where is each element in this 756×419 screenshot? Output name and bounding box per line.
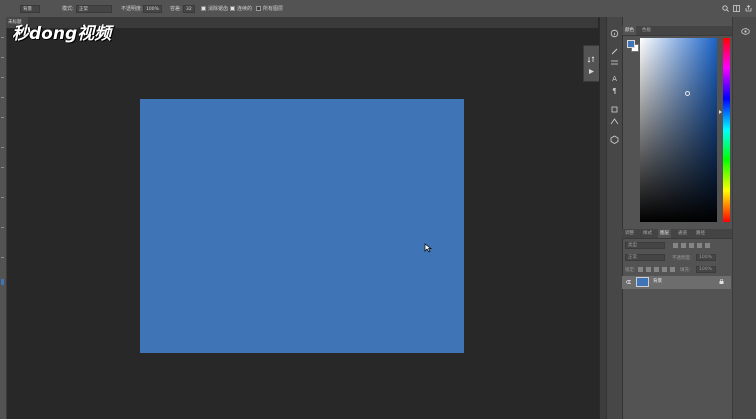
fill-label: 填充: <box>680 268 691 273</box>
opacity-label: 不透明度: <box>121 6 143 12</box>
antialias-label: 消除锯齿 <box>208 6 229 12</box>
tool-preset-picker[interactable]: 背景 <box>20 5 40 13</box>
filter-shape-icon[interactable] <box>697 243 702 248</box>
text-icon[interactable]: A <box>609 75 620 84</box>
adjust-icon[interactable] <box>609 58 620 67</box>
hue-slider[interactable] <box>723 38 730 222</box>
layers-panel-tabs: 调整 样式 图层 通道 路径 <box>622 229 748 239</box>
layer-opacity-label: 不透明度: <box>672 256 692 261</box>
tool-slot[interactable] <box>1 37 4 38</box>
search-icon[interactable] <box>722 5 729 12</box>
layer-name[interactable]: 背景 <box>653 278 662 284</box>
tool-slot[interactable] <box>1 77 4 78</box>
tools-panel[interactable] <box>0 17 7 419</box>
tolerance-input[interactable]: 32 <box>183 5 195 13</box>
color-panel-tabs: 颜色 色板 <box>622 26 748 36</box>
tab-adjustments[interactable]: 调整 <box>623 229 636 238</box>
panel-options-icon[interactable] <box>741 28 750 35</box>
foreground-color-swatch[interactable] <box>627 40 635 48</box>
tool-slot[interactable] <box>1 147 4 148</box>
mode-select[interactable]: 正常 <box>76 5 112 13</box>
tab-swatches[interactable]: 色板 <box>640 26 653 35</box>
lock-transparent-icon[interactable] <box>638 267 643 272</box>
tolerance-label: 容差: <box>170 6 182 12</box>
tool-slot[interactable] <box>1 97 4 98</box>
tab-layers[interactable]: 图层 <box>658 229 671 238</box>
watermark-logo: 秒dong视频 <box>12 24 112 44</box>
antialias-checkbox[interactable] <box>201 6 206 11</box>
lock-icon <box>719 279 724 284</box>
3d-icon[interactable] <box>609 135 620 144</box>
contiguous-checkbox[interactable] <box>230 6 235 11</box>
opacity-input[interactable]: 100% <box>143 5 162 13</box>
info-icon[interactable] <box>609 29 620 38</box>
lock-move-icon[interactable] <box>654 267 659 272</box>
tab-color[interactable]: 颜色 <box>623 26 636 35</box>
hue-slider-handle[interactable] <box>719 110 722 114</box>
tool-slot[interactable] <box>1 57 4 58</box>
collapsed-panel[interactable] <box>583 45 600 82</box>
tab-channels[interactable]: 通道 <box>676 229 689 238</box>
layer-thumbnail[interactable] <box>636 277 649 287</box>
play-icon[interactable] <box>587 68 595 75</box>
clone-icon[interactable] <box>609 105 620 114</box>
color-picker-field[interactable] <box>640 38 717 222</box>
lock-label: 锁定: <box>625 268 636 273</box>
tool-slot[interactable] <box>1 197 4 198</box>
layer-filter-select[interactable]: 类型 <box>625 242 665 249</box>
tool-slot[interactable] <box>1 117 4 118</box>
share-icon[interactable] <box>745 5 752 12</box>
options-bar: 背景 模式: 正常 不透明度: 100% 容差: 32 消除锯齿 连续的 所有图… <box>0 0 756 18</box>
lock-all-icon[interactable] <box>670 267 675 272</box>
path-icon[interactable] <box>609 117 620 126</box>
lock-artboard-icon[interactable] <box>662 267 667 272</box>
filter-adjust-icon[interactable] <box>681 243 686 248</box>
history-icon[interactable] <box>587 56 595 63</box>
tool-slot[interactable] <box>1 227 4 228</box>
filter-smart-icon[interactable] <box>705 243 710 248</box>
foreground-color-chip[interactable] <box>1 279 4 285</box>
panel-icon-strip: A ¶ <box>606 17 622 419</box>
lock-paint-icon[interactable] <box>646 267 651 272</box>
vertical-scrollbar[interactable] <box>599 17 606 419</box>
fill-input[interactable]: 100% <box>696 266 716 273</box>
mouse-pointer-icon <box>424 243 433 253</box>
tab-styles[interactable]: 样式 <box>641 229 654 238</box>
all-layers-checkbox[interactable] <box>256 6 261 11</box>
panel-menu-column <box>732 17 756 419</box>
eye-icon[interactable] <box>626 279 631 285</box>
document-canvas[interactable] <box>140 99 464 353</box>
tab-paths[interactable]: 路径 <box>694 229 707 238</box>
tool-slot[interactable] <box>1 167 4 168</box>
layer-opacity-input[interactable]: 100% <box>696 254 716 261</box>
filter-pixel-icon[interactable] <box>673 243 678 248</box>
blend-mode-select[interactable]: 正常 <box>625 254 665 261</box>
tool-slot[interactable] <box>1 257 4 258</box>
all-layers-label: 所有图层 <box>263 6 284 12</box>
color-picker-ring[interactable] <box>685 91 690 96</box>
contiguous-label: 连续的 <box>237 6 253 12</box>
filter-type-icon[interactable] <box>689 243 694 248</box>
mode-label: 模式: <box>62 6 74 12</box>
brush-icon[interactable] <box>609 47 620 56</box>
workspace-icon[interactable] <box>733 5 740 12</box>
paragraph-icon[interactable]: ¶ <box>609 87 620 96</box>
